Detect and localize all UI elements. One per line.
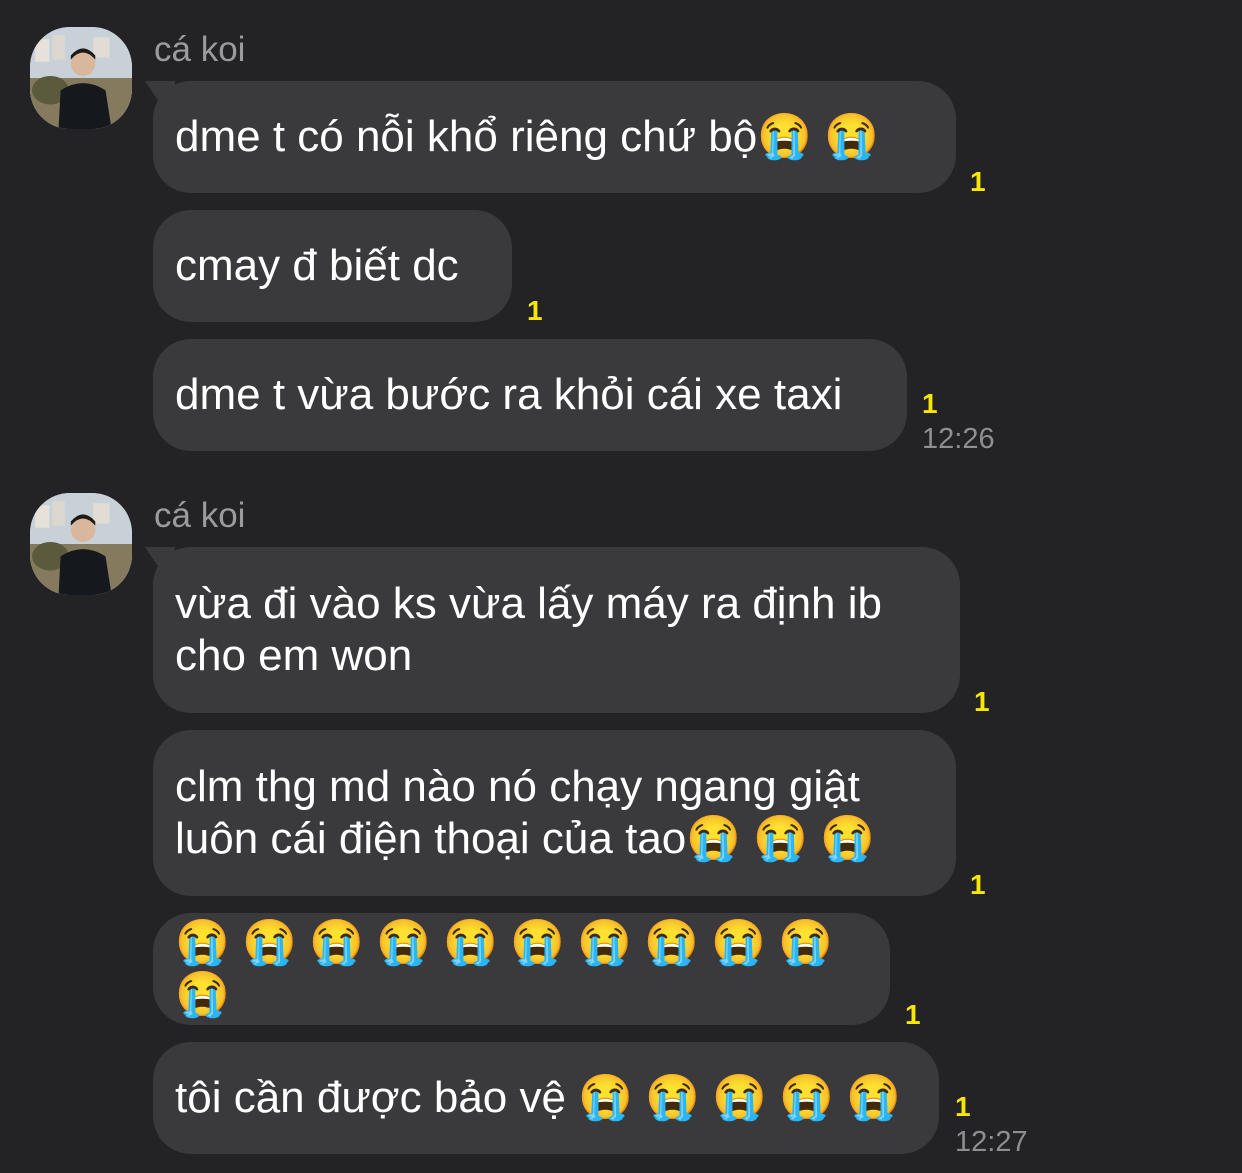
- message-bubble[interactable]: dme t vừa bước ra khỏi cái xe taxi: [153, 339, 907, 451]
- avatar[interactable]: [30, 493, 132, 595]
- message-text: vừa đi vào ks vừa lấy máy ra định ib cho…: [175, 579, 882, 680]
- message-text: tôi cần được bảo vệ 😭 😭 😭 😭 😭: [175, 1073, 902, 1122]
- unread-count: 1: [970, 869, 986, 900]
- sender-name: cá koi: [154, 30, 246, 69]
- message-bubble[interactable]: clm thg md nào nó chạy ngang giật luôn c…: [153, 730, 956, 896]
- unread-count: 1: [970, 166, 986, 197]
- message-bubble[interactable]: dme t có nỗi khổ riêng chứ bộ😭 😭: [153, 81, 956, 193]
- message-text: dme t có nỗi khổ riêng chứ bộ😭 😭: [175, 112, 880, 161]
- unread-count: 1: [974, 686, 990, 717]
- message-bubble[interactable]: 😭 😭 😭 😭 😭 😭 😭 😭 😭 😭 😭: [153, 913, 890, 1025]
- avatar-photo-icon: [30, 27, 132, 129]
- avatar[interactable]: [30, 27, 132, 129]
- sender-name: cá koi: [154, 496, 246, 535]
- unread-count: 1: [905, 999, 921, 1030]
- message-bubble[interactable]: cmay đ biết dc: [153, 210, 512, 322]
- message-bubble[interactable]: tôi cần được bảo vệ 😭 😭 😭 😭 😭: [153, 1042, 939, 1154]
- message-text: cmay đ biết dc: [175, 241, 459, 290]
- message-timestamp: 12:26: [922, 423, 995, 455]
- avatar-photo-icon: [30, 493, 132, 595]
- unread-count: 1: [955, 1091, 971, 1122]
- unread-count: 1: [922, 388, 938, 419]
- message-text: 😭 😭 😭 😭 😭 😭 😭 😭 😭 😭 😭: [175, 918, 846, 1019]
- unread-count: 1: [527, 295, 543, 326]
- message-text: clm thg md nào nó chạy ngang giật luôn c…: [175, 762, 876, 863]
- message-text: dme t vừa bước ra khỏi cái xe taxi: [175, 370, 843, 419]
- message-timestamp: 12:27: [955, 1126, 1028, 1158]
- message-bubble[interactable]: vừa đi vào ks vừa lấy máy ra định ib cho…: [153, 547, 960, 713]
